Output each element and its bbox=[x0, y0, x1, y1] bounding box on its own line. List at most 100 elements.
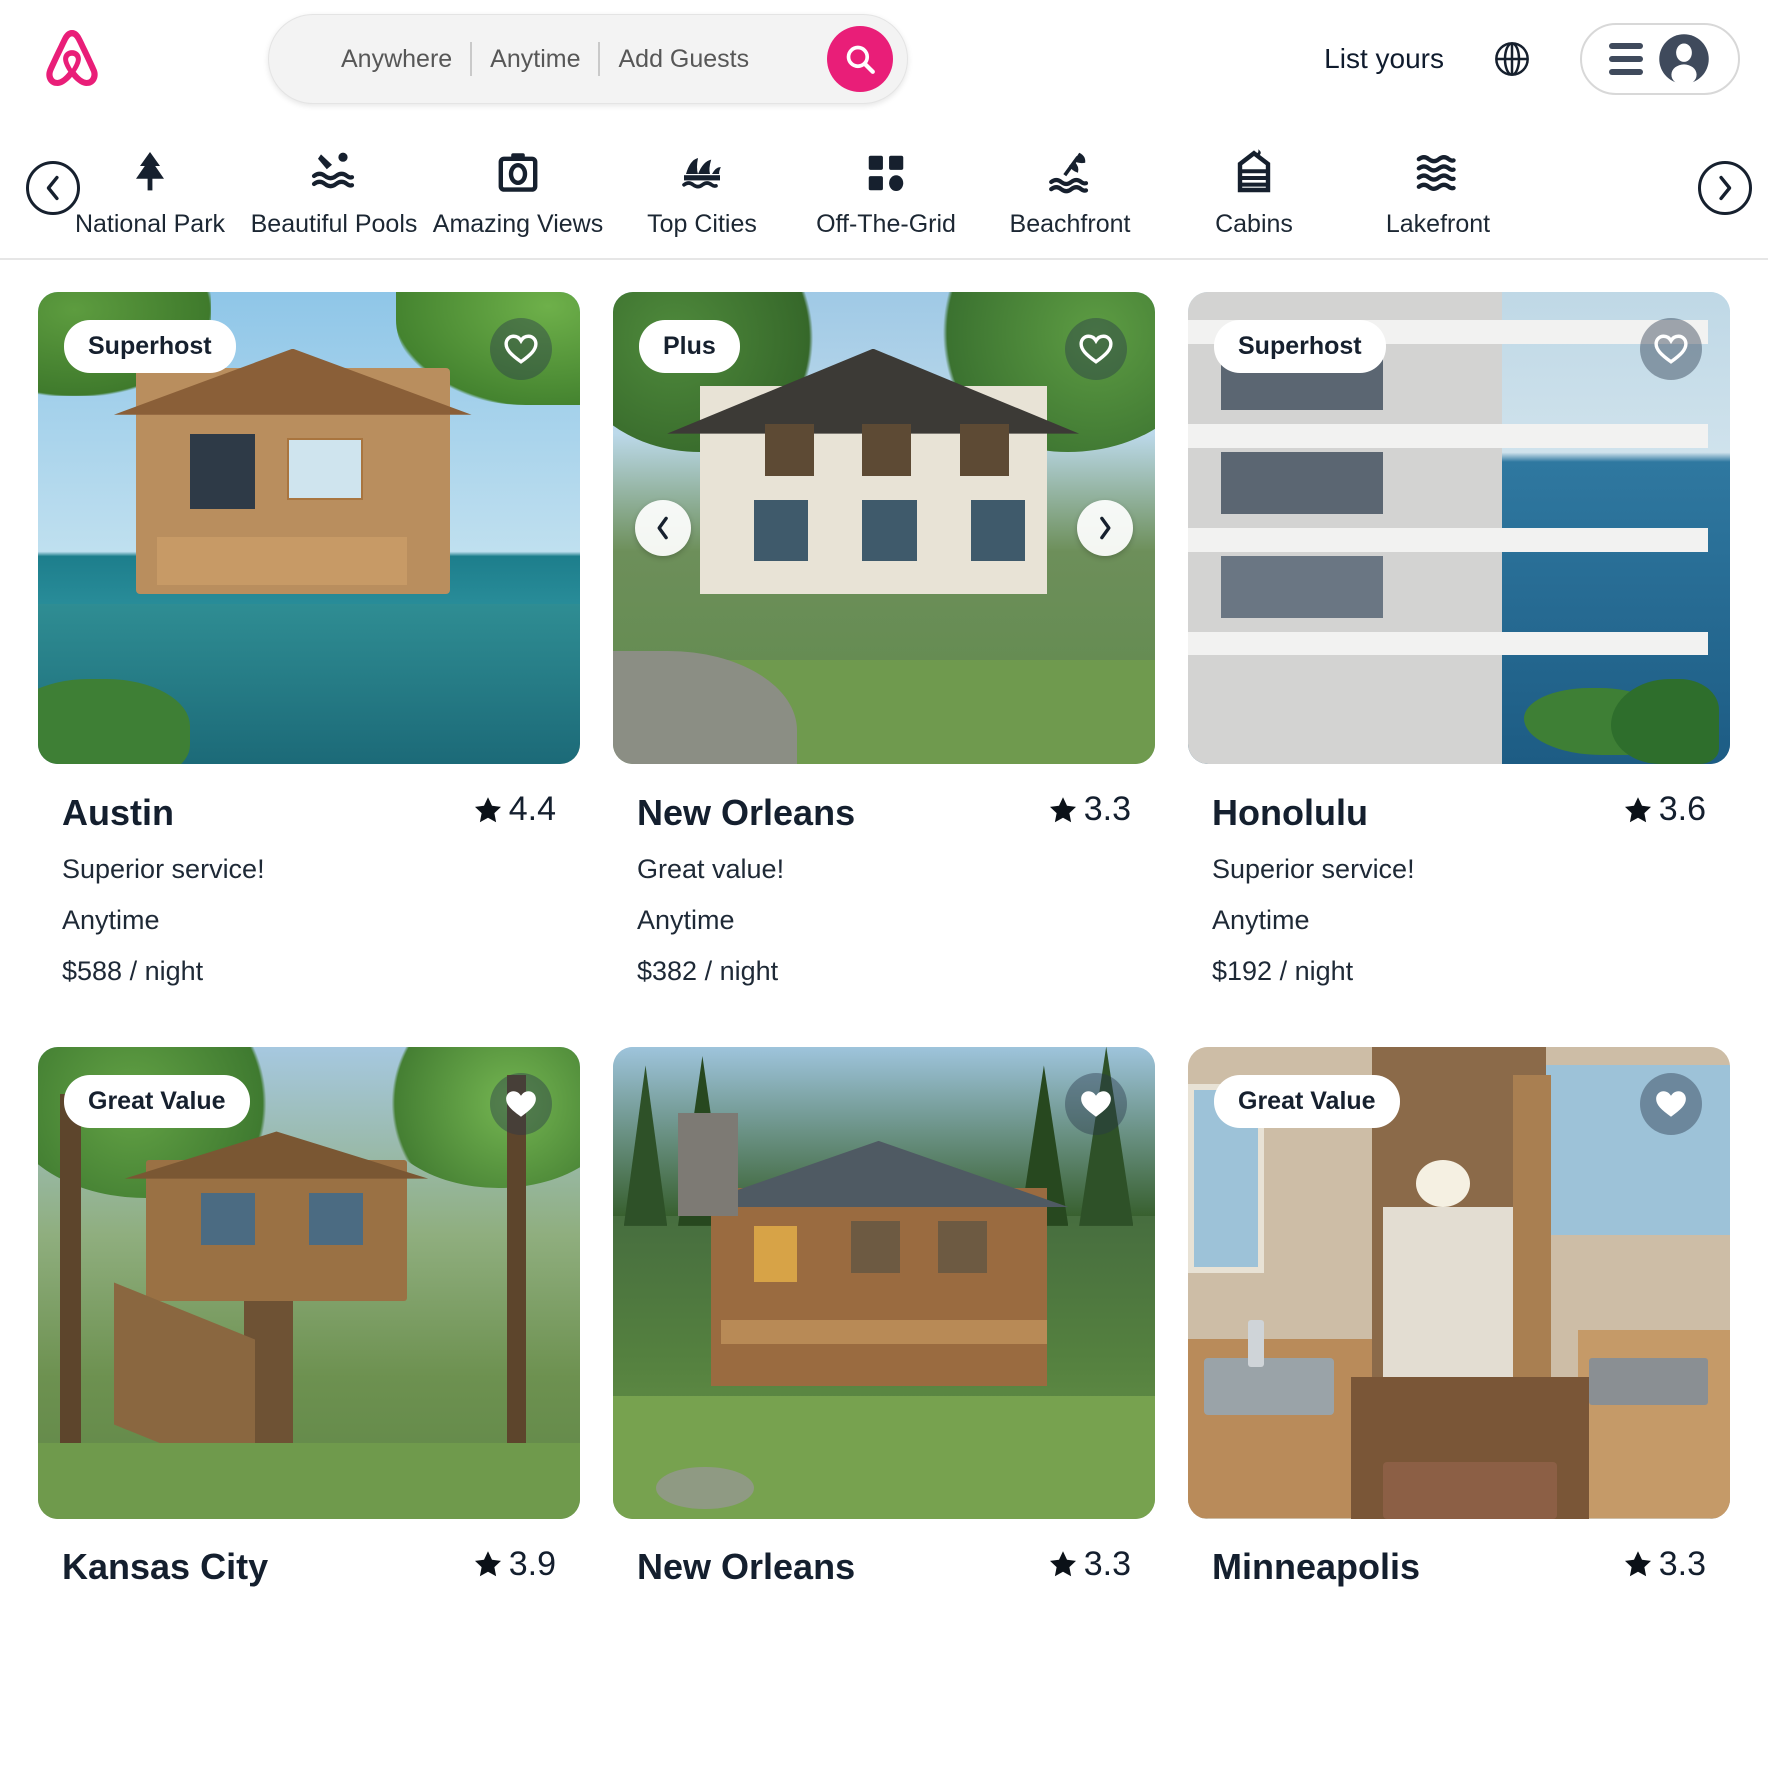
heart-icon bbox=[1081, 1090, 1111, 1117]
listing-price: $588 / night bbox=[62, 955, 204, 986]
category-label: Lakefront bbox=[1385, 209, 1491, 238]
favorite-button[interactable] bbox=[1065, 1072, 1127, 1135]
listing-title: New Orleans bbox=[637, 1546, 856, 1587]
listing-photo[interactable]: Great Value bbox=[1188, 1046, 1730, 1519]
favorite-button[interactable] bbox=[1640, 318, 1702, 380]
listing-card[interactable]: Great Value Minneapolis 3.3 bbox=[1188, 1046, 1730, 1589]
listing-header-row: Kansas City 3.9 bbox=[62, 1545, 556, 1589]
listing-rating: 3.6 bbox=[1623, 790, 1706, 829]
airbnb-logo[interactable] bbox=[36, 23, 108, 95]
search-button[interactable] bbox=[827, 26, 893, 92]
listing-tagline: Superior service! bbox=[1212, 853, 1415, 884]
listing-card[interactable]: Superhost Austin 4.4 Superior service! A… bbox=[38, 292, 580, 987]
listing-card[interactable]: Superhost Honolulu 3.6 Superior service!… bbox=[1188, 292, 1730, 987]
category-list[interactable]: National Park Beautiful Pools Amazing Vi… bbox=[58, 138, 1710, 239]
listing-photo[interactable]: Plus bbox=[613, 292, 1155, 764]
listing-header-row: New Orleans 3.3 bbox=[637, 1545, 1131, 1589]
user-avatar-icon bbox=[1659, 34, 1709, 86]
camera-icon bbox=[494, 146, 542, 196]
photo-prev-button[interactable] bbox=[635, 500, 691, 556]
category-label: Cabins bbox=[1215, 209, 1293, 238]
heart-icon bbox=[1079, 334, 1113, 364]
category-label: Beautiful Pools bbox=[250, 209, 418, 238]
rating-value: 3.9 bbox=[508, 1544, 556, 1583]
chevron-right-icon bbox=[1719, 175, 1732, 201]
listing-price: $382 / night bbox=[637, 955, 779, 986]
category-item-off-the-grid[interactable]: Off-The-Grid bbox=[794, 146, 978, 239]
rating-value: 3.3 bbox=[1083, 1544, 1131, 1583]
listing-details: Minneapolis 3.3 bbox=[1188, 1519, 1730, 1589]
user-menu-button[interactable] bbox=[1580, 23, 1740, 95]
search-location-field[interactable]: Anywhere bbox=[323, 45, 470, 74]
listing-header-row: New Orleans 3.3 bbox=[637, 790, 1131, 834]
listing-card[interactable]: Plus New Orleans 3.3 Great value! Anytim… bbox=[613, 292, 1155, 987]
heart-icon bbox=[1656, 1090, 1686, 1117]
listing-rating: 4.4 bbox=[473, 790, 556, 829]
category-item-beautiful-pools[interactable]: Beautiful Pools bbox=[242, 146, 426, 239]
category-item-cabins[interactable]: Cabins bbox=[1162, 146, 1346, 239]
chevron-left-icon bbox=[657, 516, 668, 540]
listing-photo[interactable]: Superhost bbox=[1188, 292, 1730, 764]
listing-price: $192 / night bbox=[1212, 955, 1354, 986]
category-label: Amazing Views bbox=[432, 209, 604, 238]
search-bar[interactable]: Anywhere Anytime Add Guests bbox=[268, 14, 908, 104]
rating-value: 4.4 bbox=[508, 790, 556, 828]
pine-tree-icon bbox=[126, 146, 174, 196]
category-item-amazing-views[interactable]: Amazing Views bbox=[426, 146, 610, 239]
listing-details: Honolulu 3.6 Superior service! Anytime $… bbox=[1188, 764, 1730, 987]
search-dates-field[interactable]: Anytime bbox=[472, 45, 598, 74]
chevron-left-icon bbox=[46, 175, 59, 201]
listing-rating: 3.3 bbox=[1623, 1545, 1706, 1584]
cabin-icon bbox=[1230, 146, 1278, 196]
favorite-button[interactable] bbox=[490, 318, 552, 380]
search-icon bbox=[846, 45, 875, 74]
listing-badge: Superhost bbox=[64, 320, 236, 373]
listing-header-row: Minneapolis 3.3 bbox=[1212, 1545, 1706, 1589]
favorite-button[interactable] bbox=[1640, 1072, 1702, 1135]
hamburger-icon bbox=[1609, 43, 1643, 75]
listing-title: New Orleans bbox=[637, 791, 856, 833]
listing-title: Minneapolis bbox=[1212, 1546, 1421, 1587]
photo-next-button[interactable] bbox=[1077, 500, 1133, 556]
listing-details: Austin 4.4 Superior service! Anytime $58… bbox=[38, 764, 580, 987]
category-bar: National Park Beautiful Pools Amazing Vi… bbox=[0, 118, 1768, 260]
favorite-button[interactable] bbox=[1065, 318, 1127, 380]
list-yours-button[interactable]: List yours bbox=[1324, 43, 1444, 75]
category-item-national-park[interactable]: National Park bbox=[58, 146, 242, 239]
listing-details: New Orleans 3.3 Great value! Anytime $38… bbox=[613, 764, 1155, 987]
heart-icon bbox=[504, 334, 538, 364]
search-guests-field[interactable]: Add Guests bbox=[600, 45, 767, 74]
category-prev-button[interactable] bbox=[26, 161, 80, 215]
listing-title: Kansas City bbox=[62, 1546, 269, 1587]
star-icon bbox=[1049, 796, 1076, 822]
category-item-beachfront[interactable]: Beachfront bbox=[978, 146, 1162, 239]
listing-rating: 3.3 bbox=[1048, 1545, 1131, 1584]
site-header: Anywhere Anytime Add Guests List yours bbox=[0, 0, 1768, 118]
category-item-top-cities[interactable]: Top Cities bbox=[610, 146, 794, 239]
listing-dates: Anytime bbox=[62, 904, 160, 935]
listing-details: New Orleans 3.3 bbox=[613, 1519, 1155, 1589]
heart-icon bbox=[506, 1090, 536, 1117]
listing-tagline: Great value! bbox=[637, 853, 785, 884]
star-icon bbox=[1049, 1551, 1076, 1577]
category-next-button[interactable] bbox=[1698, 161, 1752, 215]
listing-card[interactable]: Great Value Kansas City 3.9 bbox=[38, 1046, 580, 1589]
category-item-lakefront[interactable]: Lakefront bbox=[1346, 146, 1530, 239]
listing-details: Kansas City 3.9 bbox=[38, 1519, 580, 1589]
header-actions: List yours bbox=[1324, 0, 1740, 118]
language-globe-button[interactable] bbox=[1490, 37, 1534, 81]
beach-umbrella-icon bbox=[1046, 146, 1094, 196]
star-icon bbox=[474, 1551, 501, 1577]
waves-icon bbox=[1414, 146, 1462, 196]
listing-header-row: Austin 4.4 bbox=[62, 790, 556, 834]
star-icon bbox=[474, 796, 501, 822]
star-icon bbox=[1624, 796, 1651, 822]
listing-card[interactable]: New Orleans 3.3 bbox=[613, 1046, 1155, 1589]
listing-title: Honolulu bbox=[1212, 791, 1368, 833]
listing-photo[interactable]: Great Value bbox=[38, 1046, 580, 1519]
category-label: National Park bbox=[74, 209, 226, 238]
listing-photo[interactable]: Superhost bbox=[38, 292, 580, 764]
favorite-button[interactable] bbox=[490, 1072, 552, 1135]
category-label: Off-The-Grid bbox=[816, 209, 956, 238]
listing-photo[interactable] bbox=[613, 1046, 1155, 1519]
